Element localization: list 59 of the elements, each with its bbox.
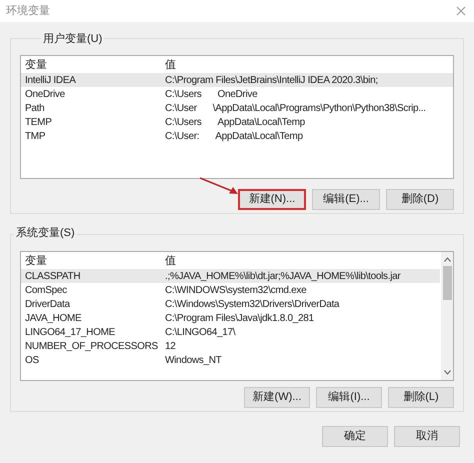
dialog-button[interactable]: 确定 bbox=[322, 426, 388, 447]
variable-value: .;%JAVA_HOME%\lib\dt.jar;%JAVA_HOME%\lib\tools.jar bbox=[165, 270, 400, 284]
variable-value: \AppData\Local\Programs\Python\Python38\Scrip... bbox=[212, 102, 426, 116]
variable-row[interactable]: DriverData C:\Windows\System32\Drivers\DriverData bbox=[21, 297, 440, 311]
variable-value: 12 bbox=[165, 340, 176, 354]
variable-value: C:\Windows\System32\Drivers\DriverData bbox=[165, 298, 340, 312]
variable-name: DriverData bbox=[25, 298, 71, 312]
variable-value: C:\Users bbox=[165, 88, 202, 102]
variable-name: ComSpec bbox=[25, 284, 68, 298]
scrollbar-thumb[interactable] bbox=[442, 266, 452, 300]
variable-value: AppData\Local\Temp bbox=[218, 116, 305, 130]
group-label: 用户变量(U) bbox=[41, 31, 104, 48]
variable-row[interactable]: OS Windows_NT bbox=[21, 353, 440, 367]
variable-name: Path bbox=[25, 102, 46, 116]
variable-name: NUMBER_OF_PROCESSORS bbox=[25, 340, 159, 354]
variable-value: AppData\Local\Temp bbox=[215, 130, 303, 144]
variable-value: C:\Program Files\JetBrains\IntelliJ IDEA 2020.3\bin; bbox=[165, 74, 378, 88]
variable-value: C:\WINDOWS\system32\cmd.exe bbox=[165, 284, 306, 298]
variable-name: IntelliJ IDEA bbox=[25, 74, 77, 88]
variable-row[interactable]: NUMBER_OF_PROCESSORS 12 bbox=[21, 339, 440, 353]
variable-row[interactable]: ComSpec C:\WINDOWS\system32\cmd.exe bbox=[21, 283, 440, 297]
variable-row[interactable]: TEMP C:\Users AppData\Local\Temp bbox=[21, 115, 453, 129]
dialog-button[interactable]: 编辑(E)... bbox=[312, 189, 380, 210]
variable-row[interactable]: OneDrive C:\Users OneDrive bbox=[21, 87, 453, 101]
group-label: 系统变量(S) bbox=[14, 225, 77, 242]
variable-name: TEMP bbox=[25, 116, 53, 130]
variable-name: OneDrive bbox=[25, 88, 66, 102]
variable-name: JAVA_HOME bbox=[25, 312, 82, 326]
variable-value: C:\Users bbox=[165, 116, 202, 130]
variable-row[interactable]: CLASSPATH .;%JAVA_HOME%\lib\dt.jar;%JAVA_HOME%\lib\tools.jar bbox=[21, 269, 440, 283]
variable-value: OneDrive bbox=[218, 88, 258, 102]
variable-row[interactable]: LINGO64_17_HOME C:\LINGO64_17\ bbox=[21, 325, 440, 339]
dialog-button[interactable]: 新建(W)... bbox=[244, 387, 310, 408]
variable-value: C:\User: bbox=[165, 130, 200, 144]
column-header: 值 bbox=[165, 254, 176, 268]
variable-value: C:\Program Files\Java\jdk1.8.0_281 bbox=[165, 312, 314, 326]
variable-value: Windows_NT bbox=[165, 354, 222, 368]
scrollbar[interactable] bbox=[441, 252, 453, 380]
variable-name: OS bbox=[25, 354, 40, 368]
variable-value: C:\LINGO64_17\ bbox=[165, 326, 236, 340]
dialog-button[interactable]: 删除(D) bbox=[386, 189, 454, 210]
variable-name: LINGO64_17_HOME bbox=[25, 326, 116, 340]
dialog-button[interactable]: 编辑(I)... bbox=[316, 387, 382, 408]
dialog-button[interactable]: 删除(L) bbox=[388, 387, 454, 408]
variable-value: C:\User bbox=[165, 102, 197, 116]
annotation-arrow bbox=[198, 176, 240, 196]
variable-row[interactable]: JAVA_HOME C:\Program Files\Java\jdk1.8.0_281 bbox=[21, 311, 440, 325]
variable-row[interactable]: IntelliJ IDEA C:\Program Files\JetBrains\IntelliJ IDEA 2020.3\bin; bbox=[21, 73, 453, 87]
variable-name: TMP bbox=[25, 130, 46, 144]
variable-name: CLASSPATH bbox=[25, 270, 82, 284]
window-title: 环境变量 bbox=[6, 4, 50, 19]
close-icon[interactable] bbox=[456, 6, 466, 16]
column-header: 变量 bbox=[25, 254, 48, 268]
column-header: 值 bbox=[165, 58, 176, 72]
dialog-button[interactable]: 取消 bbox=[394, 426, 460, 447]
dialog-button[interactable]: 新建(N)... bbox=[238, 189, 306, 210]
column-header: 变量 bbox=[25, 58, 48, 72]
variable-row[interactable]: TMP C:\User: AppData\Local\Temp bbox=[21, 129, 453, 143]
variable-row[interactable]: Path C:\User \AppData\Local\Programs\Python\Python38\Scrip... bbox=[21, 101, 453, 115]
